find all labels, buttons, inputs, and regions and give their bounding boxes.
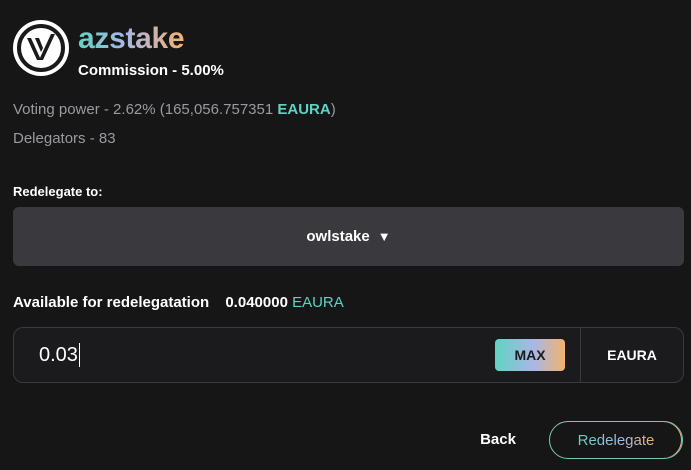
- amount-input[interactable]: 0.03: [14, 328, 495, 382]
- validator-logo: [13, 20, 69, 76]
- amount-input-group: 0.03 MAX EAURA: [13, 327, 684, 383]
- available-token: EAURA: [292, 294, 344, 311]
- text-caret: [78, 343, 80, 367]
- voting-power-token: EAURA: [277, 101, 331, 118]
- available-label: Available for redelegatation: [13, 294, 210, 311]
- available-for-redelegation: Available for redelegatation 0.040000 EA…: [13, 294, 344, 311]
- voting-power-text: Voting power - 2.62% (165,056.757351: [13, 101, 278, 118]
- amount-value: 0.03: [39, 343, 78, 366]
- validator-name: azstake: [78, 22, 185, 55]
- validator-select-dropdown[interactable]: owlstake ▼: [13, 207, 684, 266]
- voting-power: Voting power - 2.62% (165,056.757351 EAU…: [13, 101, 336, 118]
- voting-power-close: ): [330, 101, 336, 118]
- redelegate-button[interactable]: Redelegate: [549, 421, 683, 459]
- delegators-count: Delegators - 83: [13, 130, 116, 147]
- redelegate-to-label: Redelegate to:: [13, 184, 103, 199]
- unit-label: EAURA: [580, 328, 683, 382]
- max-button[interactable]: MAX: [495, 339, 565, 371]
- caret-down-icon: ▼: [377, 229, 391, 244]
- selected-validator: owlstake: [306, 228, 370, 245]
- back-button[interactable]: Back: [465, 421, 531, 457]
- azstake-logo-icon: [17, 24, 65, 72]
- available-amount: 0.040000: [225, 294, 288, 311]
- commission-text: Commission - 5.00%: [78, 62, 224, 79]
- redelegate-button-label: Redelegate: [577, 431, 655, 449]
